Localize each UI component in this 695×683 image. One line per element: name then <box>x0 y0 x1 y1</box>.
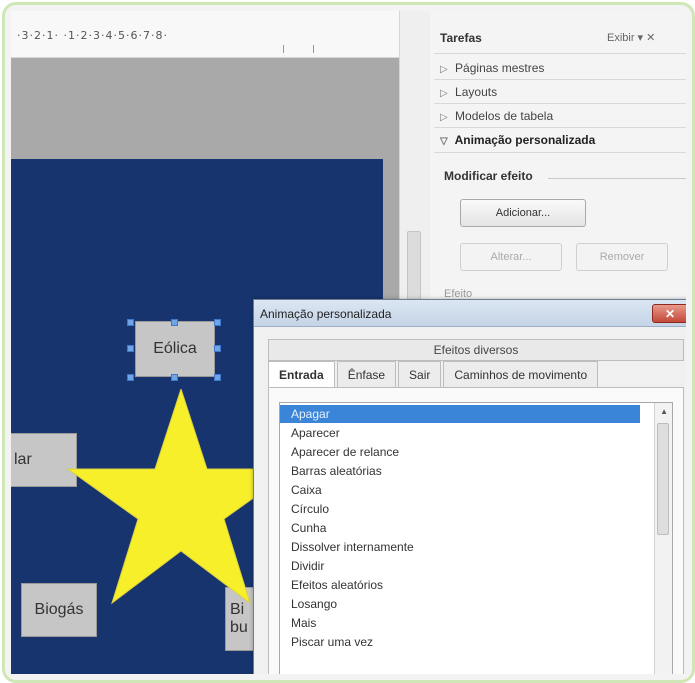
task-pane-view-menu[interactable]: Exibir ▾ ✕ <box>607 31 655 44</box>
dialog-body: Efeitos diversos Entrada Ênfase Sair Cam… <box>254 327 686 674</box>
selection-handle[interactable] <box>214 319 221 326</box>
app-window: ·3·2·1· ·1·2·3·4·5·6·7·8· lar Eólica Bio… <box>11 11 686 674</box>
pane-item-label: Páginas mestres <box>455 61 545 75</box>
dialog-titlebar[interactable]: Animação personalizada ✕ <box>254 300 686 327</box>
close-button[interactable]: ✕ <box>652 304 686 323</box>
effects-list[interactable]: Apagar Aparecer Aparecer de relance Barr… <box>279 402 673 674</box>
tab-misc-effects-label: Efeitos diversos <box>433 343 519 357</box>
selection-handle[interactable] <box>171 374 178 381</box>
task-pane-title: Tarefas <box>440 31 482 45</box>
shape-eolica-text: Eólica <box>153 340 197 357</box>
selection-handle[interactable] <box>127 345 134 352</box>
collapse-triangle-icon: ▽ <box>440 136 448 147</box>
list-scrollbar[interactable]: ▲ <box>654 403 672 674</box>
selection-handle[interactable] <box>214 374 221 381</box>
expand-triangle-icon: ▷ <box>440 112 448 123</box>
tab-label: Caminhos de movimento <box>454 368 588 382</box>
selection-handle[interactable] <box>171 319 178 326</box>
screenshot-frame: ·3·2·1· ·1·2·3·4·5·6·7·8· lar Eólica Bio… <box>2 2 695 683</box>
tab-label: Ênfase <box>347 368 386 382</box>
pane-item-table-templates[interactable]: ▷ Modelos de tabela <box>440 109 553 123</box>
list-item[interactable]: Aparecer <box>280 424 640 442</box>
change-effect-button-label: Alterar... <box>490 251 532 263</box>
tab-panel-entrance: Apagar Aparecer Aparecer de relance Barr… <box>268 387 684 674</box>
expand-triangle-icon: ▷ <box>440 88 448 99</box>
pane-item-layouts[interactable]: ▷ Layouts <box>440 85 497 99</box>
pane-item-label: Animação personalizada <box>454 133 596 147</box>
selection-handle[interactable] <box>127 319 134 326</box>
list-item[interactable]: Dividir <box>280 557 640 575</box>
divider <box>548 178 686 179</box>
scroll-up-arrow-icon[interactable]: ▲ <box>660 407 668 416</box>
pane-item-master-pages[interactable]: ▷ Páginas mestres <box>440 61 544 75</box>
list-item[interactable]: Cunha <box>280 519 640 537</box>
pane-item-label: Layouts <box>455 85 498 99</box>
divider <box>434 53 686 54</box>
add-effect-button[interactable]: Adicionar... <box>460 199 586 227</box>
expand-triangle-icon: ▷ <box>440 64 448 75</box>
close-icon: ✕ <box>664 306 676 321</box>
divider <box>434 152 686 153</box>
divider <box>434 79 686 80</box>
ruler-tick <box>283 45 284 53</box>
shape-eolica[interactable]: Eólica <box>135 321 215 377</box>
tab-label: Entrada <box>279 368 324 382</box>
modify-effect-heading: Modificar efeito <box>444 169 533 183</box>
list-scrollbar-thumb[interactable] <box>657 423 669 535</box>
list-item[interactable]: Barras aleatórias <box>280 462 640 480</box>
remove-effect-button[interactable]: Remover <box>576 243 668 271</box>
tab-exit[interactable]: Sair <box>398 361 442 388</box>
tab-entrance[interactable]: Entrada <box>268 361 335 388</box>
custom-animation-dialog: Animação personalizada ✕ Efeitos diverso… <box>253 299 686 674</box>
change-effect-button[interactable]: Alterar... <box>460 243 562 271</box>
dialog-title: Animação personalizada <box>260 307 392 321</box>
remove-effect-button-label: Remover <box>599 251 645 263</box>
list-item[interactable]: Efeitos aleatórios <box>280 576 640 594</box>
list-item[interactable]: Mais <box>280 614 640 632</box>
list-item[interactable]: Losango <box>280 595 640 613</box>
tab-motion-paths[interactable]: Caminhos de movimento <box>443 361 599 388</box>
list-item[interactable]: Piscar uma vez <box>280 633 640 651</box>
pane-item-label: Modelos de tabela <box>455 109 554 123</box>
divider <box>434 127 686 128</box>
pane-item-custom-animation[interactable]: ▽ Animação personalizada <box>440 133 595 147</box>
selection-handle[interactable] <box>214 345 221 352</box>
list-item[interactable]: Dissolver internamente <box>280 538 640 556</box>
divider <box>434 103 686 104</box>
selection-handle[interactable] <box>127 374 134 381</box>
shape-biomassa-text-2: bu <box>230 619 248 636</box>
effect-tabs: Entrada Ênfase Sair Caminhos de moviment… <box>268 361 600 388</box>
tab-misc-effects[interactable]: Efeitos diversos <box>268 339 684 361</box>
tab-label: Sair <box>409 368 431 382</box>
list-item[interactable]: Caixa <box>280 481 640 499</box>
tab-emphasis[interactable]: Ênfase <box>336 361 397 388</box>
horizontal-ruler: ·3·2·1· ·1·2·3·4·5·6·7·8· <box>11 11 411 58</box>
ruler-tick <box>313 45 314 53</box>
add-effect-button-label: Adicionar... <box>495 207 551 219</box>
shape-solar-text: lar <box>14 451 32 468</box>
list-item[interactable]: Apagar <box>280 405 640 423</box>
list-item[interactable]: Círculo <box>280 500 640 518</box>
ruler-scale: ·3·2·1· ·1·2·3·4·5·6·7·8· <box>17 29 168 42</box>
list-item[interactable]: Aparecer de relance <box>280 443 640 461</box>
